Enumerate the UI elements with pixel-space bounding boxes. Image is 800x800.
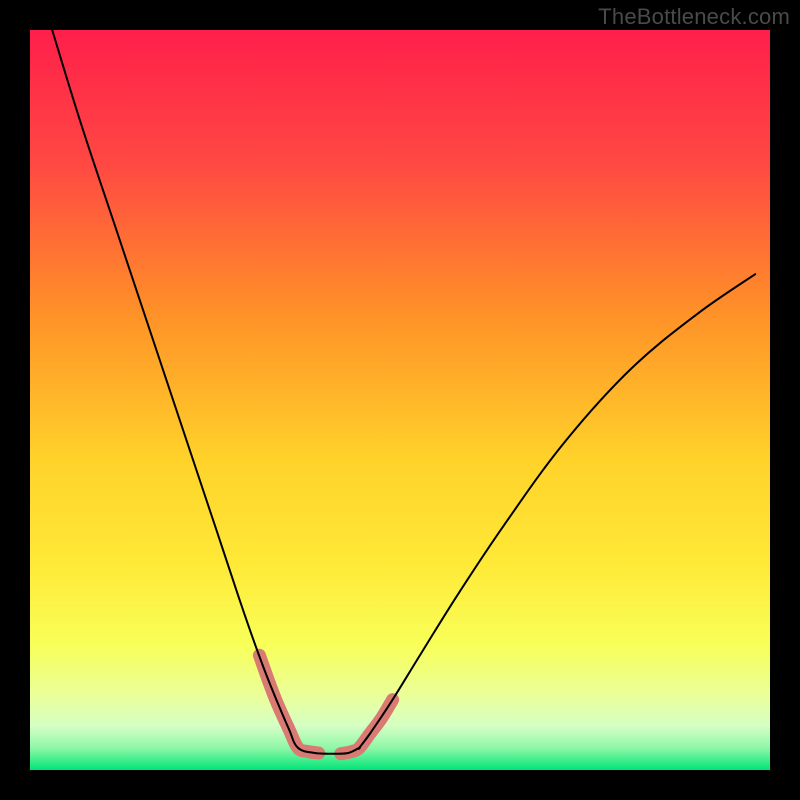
chart-svg (0, 0, 800, 800)
chart-container: TheBottleneck.com (0, 0, 800, 800)
plot-background (30, 30, 770, 770)
watermark-text: TheBottleneck.com (598, 4, 790, 30)
